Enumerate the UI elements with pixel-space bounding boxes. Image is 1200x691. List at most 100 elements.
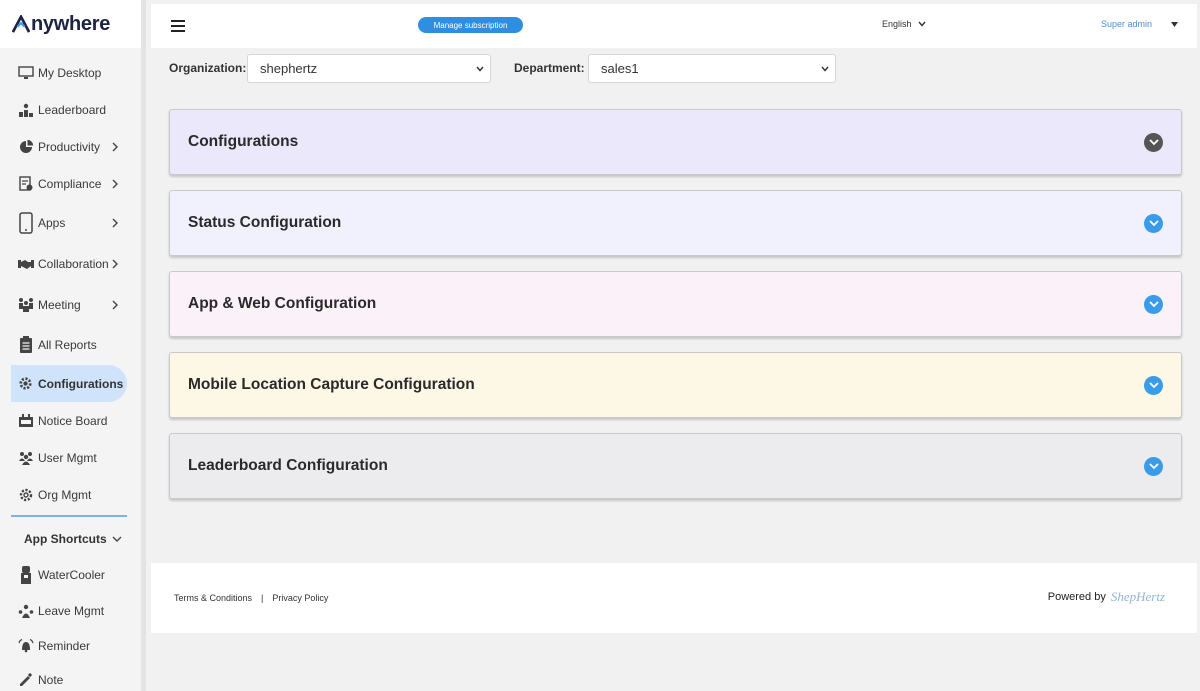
sidebar-item-label: Org Mgmt — [38, 487, 92, 502]
chevron-down-icon — [917, 21, 926, 27]
sidebar-item-user-mgmt[interactable]: User Mgmt — [0, 439, 141, 476]
sidebar-item-meeting[interactable]: Meeting — [0, 284, 141, 325]
notice-board-icon — [17, 412, 34, 429]
chevron-down-icon — [112, 536, 122, 542]
chevron-right-icon — [112, 300, 118, 309]
panel-title: Leaderboard Configuration — [188, 457, 388, 474]
sidebar-item-label: Meeting — [38, 297, 81, 312]
chevron-down-icon — [821, 66, 829, 72]
powered-by: Powered by ShepHertz — [1048, 589, 1165, 605]
chevron-right-icon — [112, 218, 118, 228]
sidebar-item-label: Productivity — [38, 139, 101, 154]
shortcut-item-label: Note — [38, 673, 64, 687]
powered-by-label: Powered by — [1047, 591, 1106, 603]
sidebar-item-my-desktop[interactable]: My Desktop — [0, 54, 141, 91]
clipboard-icon — [17, 336, 34, 354]
sidebar-item-label: Notice Board — [38, 413, 108, 428]
watercooler-icon — [17, 566, 34, 584]
language-label: English — [882, 19, 912, 29]
logo-mark-icon — [12, 15, 30, 33]
app-logo[interactable]: nywhere — [0, 0, 141, 48]
sidebar-item-all-reports[interactable]: All Reports — [0, 325, 141, 365]
shortcut-item-leave-mgmt[interactable]: Leave Mgmt — [0, 593, 141, 628]
sidebar-item-label: Collaboration — [38, 257, 109, 271]
sidebar-item-label: My Desktop — [38, 65, 102, 80]
user-name: Super admin — [1101, 19, 1153, 29]
sidebar-item-label: Apps — [38, 216, 66, 230]
sidebar-item-org-mgmt[interactable]: Org Mgmt — [0, 476, 141, 513]
expand-chevron-icon[interactable] — [1144, 214, 1163, 233]
top-header: Manage subscription English Super admin — [151, 4, 1197, 48]
shortcut-item-label: WaterCooler — [38, 568, 105, 582]
shortcut-item-watercooler[interactable]: WaterCooler — [0, 557, 141, 593]
organization-select[interactable]: shephertz — [247, 54, 491, 83]
privacy-link[interactable]: Privacy Policy — [272, 593, 328, 603]
sidebar: nywhere My Desktop Leaderboard Productiv… — [0, 0, 146, 691]
organization-value: shephertz — [260, 61, 318, 76]
podium-icon — [17, 101, 34, 118]
expand-chevron-icon[interactable] — [1144, 457, 1163, 476]
shephertz-logo[interactable]: ShepHertz — [1111, 589, 1165, 605]
sidebar-item-label: Leaderboard — [38, 102, 107, 117]
accordion-mobile-location-capture-configuration[interactable]: Mobile Location Capture Configuration — [169, 352, 1182, 418]
accordion-status-configuration[interactable]: Status Configuration — [169, 190, 1182, 256]
logo-text: nywhere — [31, 12, 111, 35]
shortcut-item-note[interactable]: Note — [0, 663, 141, 691]
accordion-app-web-configuration[interactable]: App & Web Configuration — [169, 271, 1182, 337]
chevron-down-icon — [476, 66, 484, 72]
hamburger-menu-icon[interactable] — [171, 20, 185, 32]
org-gear-icon — [17, 486, 34, 503]
sidebar-item-leaderboard[interactable]: Leaderboard — [0, 91, 141, 128]
app-shortcuts-label: App Shortcuts — [24, 532, 107, 546]
sidebar-item-label: Compliance — [38, 176, 102, 191]
note-icon — [17, 672, 34, 689]
shortcut-item-label: Leave Mgmt — [38, 603, 105, 618]
users-icon — [17, 449, 34, 466]
sidebar-item-notice-board[interactable]: Notice Board — [0, 402, 141, 439]
sidebar-item-compliance[interactable]: Compliance — [0, 165, 141, 202]
compliance-icon — [17, 175, 34, 192]
monitor-icon — [17, 64, 34, 81]
sidebar-item-apps[interactable]: Apps — [0, 202, 141, 244]
sidebar-item-collaboration[interactable]: Collaboration — [0, 244, 141, 284]
panel-title: App & Web Configuration — [188, 295, 377, 312]
organization-label: Organization: — [169, 61, 247, 75]
page-footer: Terms & Conditions | Privacy Policy Powe… — [151, 563, 1197, 633]
panel-title: Mobile Location Capture Configuration — [188, 376, 475, 393]
footer-links: Terms & Conditions | Privacy Policy — [174, 593, 328, 603]
sidebar-item-configurations[interactable]: Configurations — [11, 365, 127, 402]
department-select[interactable]: sales1 — [588, 54, 836, 83]
sidebar-divider — [11, 515, 127, 517]
terms-link[interactable]: Terms & Conditions — [174, 593, 252, 603]
handshake-icon — [17, 256, 34, 273]
accordion-leaderboard-configuration[interactable]: Leaderboard Configuration — [169, 433, 1182, 499]
mobile-icon — [17, 211, 34, 235]
shortcut-item-reminder[interactable]: Reminder — [0, 628, 141, 663]
chevron-right-icon — [112, 179, 118, 188]
sidebar-nav: My Desktop Leaderboard Productivity Comp… — [0, 48, 141, 691]
expand-chevron-icon[interactable] — [1144, 133, 1163, 152]
caret-down-icon — [1171, 21, 1179, 27]
leave-icon — [17, 602, 34, 619]
user-menu[interactable]: Super admin — [1101, 19, 1179, 29]
gear-icon — [17, 375, 34, 392]
sidebar-item-label: Configurations — [38, 376, 124, 391]
panel-title: Configurations — [188, 133, 299, 150]
department-value: sales1 — [601, 61, 639, 76]
language-selector[interactable]: English — [882, 19, 926, 29]
accordion-configurations[interactable]: Configurations — [169, 109, 1182, 175]
bell-icon — [17, 637, 34, 654]
manage-subscription-button[interactable]: Manage subscription — [418, 17, 523, 33]
shortcut-item-label: Reminder — [38, 638, 91, 653]
chevron-right-icon — [112, 142, 118, 151]
sidebar-item-label: User Mgmt — [38, 450, 97, 465]
panel-title: Status Configuration — [188, 214, 342, 231]
expand-chevron-icon[interactable] — [1144, 295, 1163, 314]
pie-chart-icon — [17, 138, 34, 155]
meeting-icon — [17, 296, 34, 313]
app-shortcuts-toggle[interactable]: App Shortcuts — [0, 521, 141, 557]
sidebar-item-label: All Reports — [38, 338, 97, 352]
sidebar-item-productivity[interactable]: Productivity — [0, 128, 141, 165]
expand-chevron-icon[interactable] — [1144, 376, 1163, 395]
department-label: Department: — [514, 61, 585, 75]
